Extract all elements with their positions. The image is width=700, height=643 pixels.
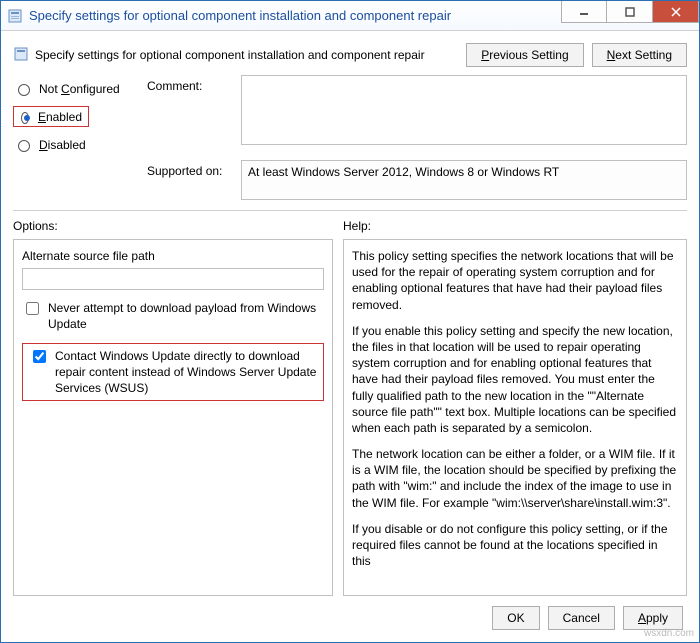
wsus-check[interactable]: Contact Windows Update directly to downl…	[22, 343, 324, 402]
cancel-button[interactable]: Cancel	[548, 606, 615, 630]
radio-disabled-input[interactable]	[18, 140, 30, 152]
window-title: Specify settings for optional component …	[29, 8, 451, 23]
policy-icon	[13, 46, 29, 65]
never-download-label: Never attempt to download payload from W…	[48, 300, 324, 332]
minimize-button[interactable]	[561, 1, 607, 23]
alt-source-label: Alternate source file path	[22, 248, 324, 264]
maximize-button[interactable]	[607, 1, 653, 23]
help-p2: If you enable this policy setting and sp…	[352, 323, 678, 436]
wsus-label: Contact Windows Update directly to downl…	[55, 348, 317, 397]
never-download-checkbox[interactable]	[26, 302, 39, 315]
never-download-check[interactable]: Never attempt to download payload from W…	[22, 300, 324, 332]
comment-label: Comment:	[147, 75, 237, 93]
titlebar: Specify settings for optional component …	[1, 1, 699, 31]
comment-textarea[interactable]	[241, 75, 687, 145]
radio-enabled[interactable]: Enabled	[13, 106, 89, 127]
help-title: Help:	[343, 217, 687, 239]
help-p4: If you disable or do not configure this …	[352, 521, 678, 570]
state-radios: Not Configured Enabled Disabled	[13, 75, 143, 152]
previous-setting-button[interactable]: Previous Setting	[466, 43, 583, 67]
apply-button[interactable]: Apply	[623, 606, 683, 630]
help-p3: The network location can be either a fol…	[352, 446, 678, 511]
bottom-bar: OK Cancel Apply	[13, 596, 687, 630]
wsus-checkbox[interactable]	[33, 350, 46, 363]
close-button[interactable]	[653, 1, 699, 23]
options-panel: Alternate source file path Never attempt…	[13, 239, 333, 596]
next-setting-button[interactable]: Next Setting	[592, 43, 687, 67]
alt-source-input[interactable]	[22, 268, 324, 290]
app-icon	[7, 8, 23, 24]
radio-enabled-input[interactable]	[21, 112, 29, 124]
help-panel[interactable]: This policy setting specifies the networ…	[343, 239, 687, 596]
radio-not-configured[interactable]: Not Configured	[13, 81, 143, 96]
help-p1: This policy setting specifies the networ…	[352, 248, 678, 313]
dialog-window: Specify settings for optional component …	[0, 0, 700, 643]
radio-not-configured-input[interactable]	[18, 84, 30, 96]
options-column: Options: Alternate source file path Neve…	[13, 217, 333, 596]
header-subtitle: Specify settings for optional component …	[35, 48, 425, 62]
help-column: Help: This policy setting specifies the …	[343, 217, 687, 596]
supported-label: Supported on:	[147, 160, 237, 178]
ok-button[interactable]: OK	[492, 606, 539, 630]
columns: Options: Alternate source file path Neve…	[13, 217, 687, 596]
supported-value: At least Windows Server 2012, Windows 8 …	[241, 160, 687, 200]
radio-disabled[interactable]: Disabled	[13, 137, 143, 152]
content: Specify settings for optional component …	[1, 31, 699, 642]
top-grid: Not Configured Enabled Disabled Comment:…	[13, 75, 687, 200]
separator	[13, 210, 687, 211]
header-row: Specify settings for optional component …	[13, 39, 687, 75]
options-title: Options:	[13, 217, 333, 239]
window-controls	[561, 1, 699, 23]
